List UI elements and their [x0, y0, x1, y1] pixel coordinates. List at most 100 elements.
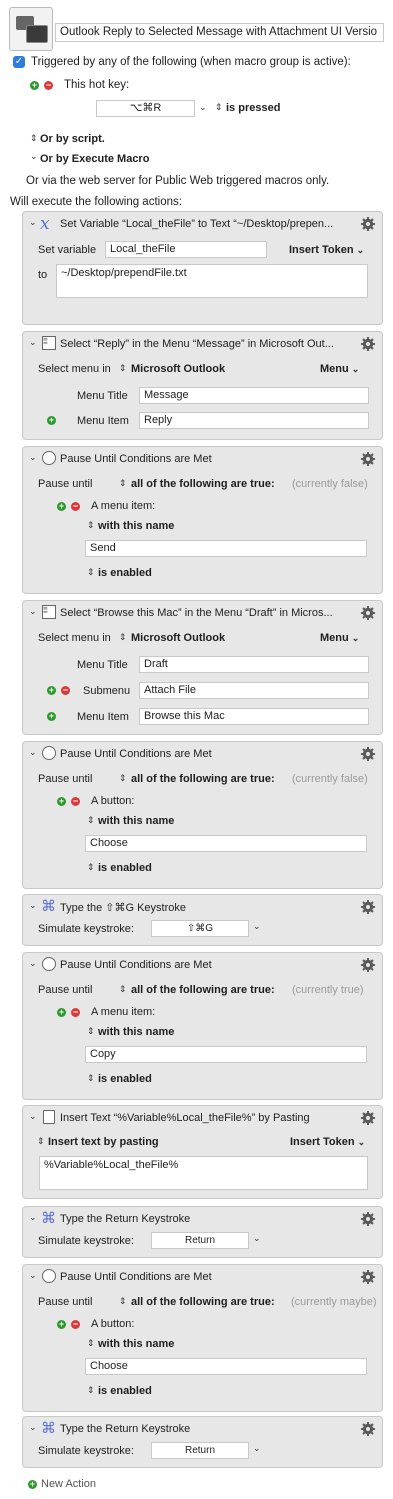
condition-name-field[interactable]: Copy: [85, 1046, 367, 1063]
menu-button[interactable]: Menu ⌄: [320, 632, 359, 644]
action-type-return-2[interactable]: ⌄ ⌘ Type the Return Keystroke Simulate k…: [22, 1416, 383, 1468]
condition-mode-select[interactable]: all of the following are true:: [131, 478, 275, 490]
remove-trigger-button[interactable]: −: [44, 81, 53, 90]
remove-condition-button[interactable]: −: [71, 1008, 80, 1017]
gear-icon[interactable]: [361, 337, 375, 351]
menu-button[interactable]: Menu ⌄: [320, 363, 359, 375]
action-type-return-1[interactable]: ⌄ ⌘ Type the Return Keystroke Simulate k…: [22, 1206, 383, 1258]
is-enabled-select[interactable]: is enabled: [98, 1385, 152, 1397]
gear-icon[interactable]: [361, 452, 375, 466]
collapse-icon[interactable]: ⌄: [29, 452, 37, 463]
collapse-icon[interactable]: ⌄: [29, 217, 37, 228]
remove-condition-button[interactable]: −: [71, 502, 80, 511]
action-select-menu-reply[interactable]: ⌄ ≡ ≡ Select “Reply” in the Menu “Message…: [22, 331, 383, 440]
variable-name-field[interactable]: Local_theFile: [105, 241, 267, 258]
insert-token-button[interactable]: Insert Token ⌄: [289, 244, 364, 256]
submenu-field[interactable]: Attach File: [139, 682, 369, 699]
add-condition-button[interactable]: +: [57, 502, 66, 511]
add-condition-button[interactable]: +: [57, 797, 66, 806]
collapse-icon[interactable]: ⌄: [29, 900, 37, 911]
paste-mode-updown-icon[interactable]: ⇕: [37, 1136, 45, 1147]
insert-text-area[interactable]: %Variable%Local_theFile%: [39, 1156, 368, 1190]
mode-updown-icon[interactable]: ⇕: [119, 984, 127, 995]
action-set-variable[interactable]: ⌄ 𝑥 Set Variable “Local_theFile” to Text…: [22, 211, 383, 325]
collapse-icon[interactable]: ⌄: [29, 958, 37, 969]
keystroke-field[interactable]: Return: [151, 1442, 249, 1459]
enabled-updown-icon[interactable]: ⇕: [87, 862, 95, 873]
app-updown-icon[interactable]: ⇕: [119, 363, 127, 374]
with-name-select[interactable]: with this name: [98, 1026, 174, 1038]
app-select[interactable]: Microsoft Outlook: [131, 363, 225, 375]
keystroke-field[interactable]: ⇧⌘G: [151, 920, 249, 937]
collapse-icon[interactable]: ⌄: [29, 1270, 37, 1281]
menu-item-field[interactable]: Reply: [139, 412, 369, 429]
condition-mode-select[interactable]: all of the following are true:: [131, 984, 275, 996]
collapse-icon[interactable]: ⌄: [29, 1422, 37, 1433]
action-select-menu-browse[interactable]: ⌄ ≡ ≡ Select “Browse this Mac” in the Men…: [22, 600, 383, 735]
new-action-plus-icon[interactable]: +: [28, 1480, 37, 1489]
collapse-icon[interactable]: ⌄: [29, 337, 37, 348]
condition-name-field[interactable]: Choose: [85, 835, 367, 852]
hotkey-state-updown-icon[interactable]: ⇕: [215, 102, 223, 113]
with-name-select[interactable]: with this name: [98, 520, 174, 532]
condition-name-field[interactable]: Choose: [85, 1358, 367, 1375]
remove-submenu-button[interactable]: −: [61, 686, 70, 695]
hotkey-dropdown-icon[interactable]: ⌄: [199, 102, 207, 113]
remove-condition-button[interactable]: −: [71, 797, 80, 806]
action-insert-text-pasting[interactable]: ⌄ Insert Text “%Variable%Local_theFile%”…: [22, 1105, 383, 1199]
name-updown-icon[interactable]: ⇕: [87, 1026, 95, 1037]
mode-updown-icon[interactable]: ⇕: [119, 1296, 127, 1307]
app-updown-icon[interactable]: ⇕: [119, 632, 127, 643]
or-by-execute-macro[interactable]: Or by Execute Macro: [40, 153, 149, 165]
execute-chevron-icon[interactable]: ⌄: [30, 151, 38, 162]
name-updown-icon[interactable]: ⇕: [87, 520, 95, 531]
new-action-button[interactable]: New Action: [41, 1478, 96, 1490]
keystroke-dropdown-icon[interactable]: ⌄: [253, 921, 261, 932]
add-menu-item-button[interactable]: +: [47, 712, 56, 721]
collapse-icon[interactable]: ⌄: [29, 606, 37, 617]
gear-icon[interactable]: [361, 1422, 375, 1436]
action-pause-until-choose-2[interactable]: ⌄ Pause Until Conditions are Met Pause u…: [22, 1264, 383, 1412]
condition-name-field[interactable]: Send: [85, 540, 367, 557]
gear-icon[interactable]: [361, 1212, 375, 1226]
mode-updown-icon[interactable]: ⇕: [119, 478, 127, 489]
macro-title-field[interactable]: Outlook Reply to Selected Message with A…: [55, 23, 384, 42]
hotkey-state-select[interactable]: is pressed: [226, 102, 280, 114]
insert-token-button[interactable]: Insert Token ⌄: [290, 1136, 365, 1148]
add-condition-button[interactable]: +: [57, 1008, 66, 1017]
gear-icon[interactable]: [361, 958, 375, 972]
hotkey-field[interactable]: ⌥⌘R: [96, 100, 195, 117]
gear-icon[interactable]: [361, 747, 375, 761]
or-by-script[interactable]: Or by script.: [40, 133, 105, 145]
enabled-updown-icon[interactable]: ⇕: [87, 1073, 95, 1084]
action-pause-until-send[interactable]: ⌄ Pause Until Conditions are Met Pause u…: [22, 446, 383, 594]
gear-icon[interactable]: [361, 606, 375, 620]
name-updown-icon[interactable]: ⇕: [87, 1338, 95, 1349]
gear-icon[interactable]: [361, 900, 375, 914]
keystroke-dropdown-icon[interactable]: ⌄: [253, 1443, 261, 1454]
trigger-checkbox[interactable]: ✓: [13, 56, 25, 68]
action-pause-until-copy[interactable]: ⌄ Pause Until Conditions are Met Pause u…: [22, 952, 383, 1100]
app-select[interactable]: Microsoft Outlook: [131, 632, 225, 644]
keystroke-dropdown-icon[interactable]: ⌄: [253, 1233, 261, 1244]
add-menu-item-button[interactable]: +: [47, 416, 56, 425]
macro-icon[interactable]: [9, 7, 53, 51]
is-enabled-select[interactable]: is enabled: [98, 862, 152, 874]
mode-updown-icon[interactable]: ⇕: [119, 773, 127, 784]
condition-mode-select[interactable]: all of the following are true:: [131, 773, 275, 785]
add-condition-button[interactable]: +: [57, 1320, 66, 1329]
collapse-icon[interactable]: ⌄: [29, 1111, 37, 1122]
variable-text-area[interactable]: ~/Desktop/prependFile.txt: [56, 264, 368, 298]
gear-icon[interactable]: [361, 217, 375, 231]
action-type-keystroke-shift-cmd-g[interactable]: ⌄ ⌘ Type the ⇧⌘G Keystroke Simulate keys…: [22, 894, 383, 946]
collapse-icon[interactable]: ⌄: [29, 1212, 37, 1223]
keystroke-field[interactable]: Return: [151, 1232, 249, 1249]
enabled-updown-icon[interactable]: ⇕: [87, 567, 95, 578]
enabled-updown-icon[interactable]: ⇕: [87, 1385, 95, 1396]
remove-condition-button[interactable]: −: [71, 1320, 80, 1329]
gear-icon[interactable]: [361, 1111, 375, 1125]
action-pause-until-choose[interactable]: ⌄ Pause Until Conditions are Met Pause u…: [22, 741, 383, 889]
add-submenu-button[interactable]: +: [47, 686, 56, 695]
gear-icon[interactable]: [361, 1270, 375, 1284]
with-name-select[interactable]: with this name: [98, 1338, 174, 1350]
